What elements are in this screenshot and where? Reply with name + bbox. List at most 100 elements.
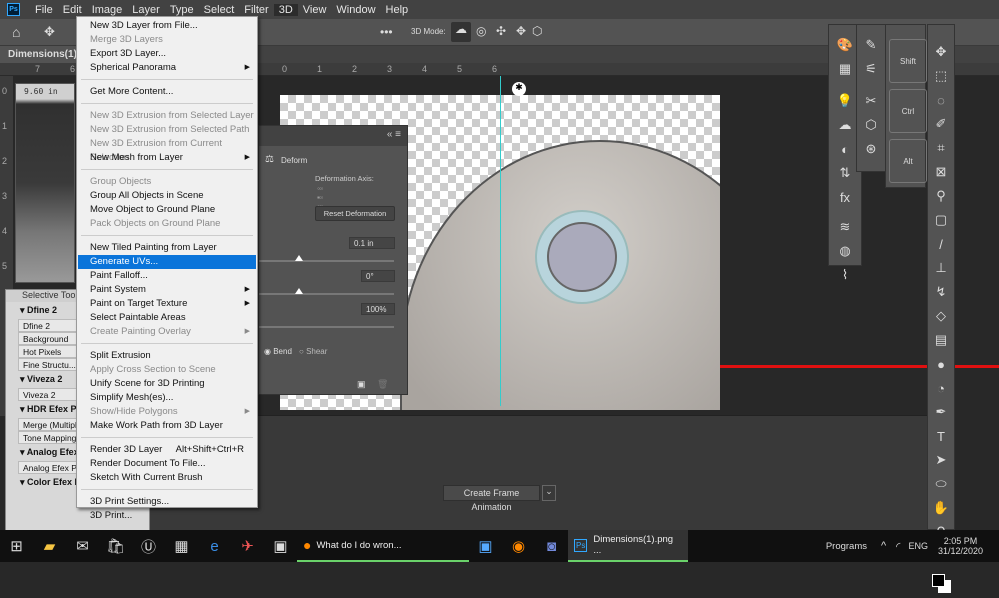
blur-tool-icon[interactable]: ●: [928, 352, 954, 376]
menu-filter[interactable]: Filter: [239, 4, 273, 16]
home-icon[interactable]: ⌂: [12, 24, 20, 40]
language-indicator[interactable]: ENG: [908, 541, 928, 551]
menu-file[interactable]: File: [30, 4, 58, 16]
menu-item-paint-system[interactable]: Paint System ▶: [78, 283, 256, 297]
slider-thumb[interactable]: [295, 288, 303, 294]
app-icon-3[interactable]: ▣: [469, 530, 502, 562]
menu-item-export-3d-layer[interactable]: Export 3D Layer...: [78, 47, 256, 61]
discord-icon[interactable]: ◙: [535, 530, 568, 562]
menu-item-paint-on-target-texture[interactable]: Paint on Target Texture ▶: [78, 297, 256, 311]
selective-item[interactable]: Background: [18, 332, 78, 345]
menu-item-render-document-to-file[interactable]: Render Document To File...: [78, 457, 256, 471]
3d-panel-icon[interactable]: ⬡: [857, 113, 885, 137]
menu-image[interactable]: Image: [87, 4, 128, 16]
reset-deformation-button[interactable]: Reset Deformation: [315, 206, 395, 221]
calendar-icon[interactable]: ▦: [165, 530, 198, 562]
drag-3d-icon[interactable]: ✣: [496, 24, 506, 38]
menu-item-3d-print[interactable]: 3D Print...: [78, 509, 256, 523]
windows-start-icon[interactable]: ⊞: [0, 530, 33, 562]
menu-window[interactable]: Window: [331, 4, 380, 16]
menu-item-make-work-path-from-3d-layer[interactable]: Make Work Path from 3D Layer: [78, 419, 256, 433]
extrusion-depth-field[interactable]: 0.1 in: [349, 237, 395, 249]
more-icon[interactable]: •••: [380, 25, 393, 39]
taskbar-firefox[interactable]: ● What do I do wron...: [297, 530, 469, 562]
menu-item-group-all-objects-in-scene[interactable]: Group All Objects in Scene: [78, 189, 256, 203]
brush-settings-icon[interactable]: ✎: [857, 33, 885, 57]
brush-presets-icon[interactable]: ⚟: [857, 57, 885, 81]
slider-thumb[interactable]: [295, 255, 303, 261]
menu-item-sketch-with-current-brush[interactable]: Sketch With Current Brush: [78, 471, 256, 485]
modifier-key-alt[interactable]: Alt: [889, 139, 927, 183]
orbit-3d-icon[interactable]: ☁: [451, 22, 471, 42]
eraser-tool-icon[interactable]: ◇: [928, 304, 954, 328]
menu-item-spherical-panorama[interactable]: Spherical Panorama ▶: [78, 61, 256, 75]
modifier-key-ctrl[interactable]: Ctrl: [889, 89, 927, 133]
twist-angle-field[interactable]: 0°: [361, 270, 395, 282]
shear-radio[interactable]: ○ Shear: [299, 347, 327, 356]
selective-item[interactable]: Merge (Multiple I: [18, 418, 78, 431]
eyedropper-tool-icon[interactable]: ⚲: [928, 184, 954, 208]
chevron-down-icon[interactable]: ⌄: [542, 485, 556, 501]
menu-view[interactable]: View: [298, 4, 332, 16]
menu-layer[interactable]: Layer: [127, 4, 165, 16]
wifi-icon[interactable]: ◜: [896, 540, 900, 553]
menu-item-new-3d-layer-from-file[interactable]: New 3D Layer from File...: [78, 19, 256, 33]
3d-scene-icon[interactable]: ⊛: [857, 137, 885, 161]
menu-item-move-object-to-ground-plane[interactable]: Move Object to Ground Plane: [78, 203, 256, 217]
unreal-engine-icon[interactable]: Ⓤ: [132, 530, 165, 562]
file-explorer-icon[interactable]: ▰: [33, 530, 66, 562]
depth-slider[interactable]: [259, 255, 394, 262]
brush-tool-icon[interactable]: /: [928, 232, 954, 256]
menu-item-render-3d-layer[interactable]: Render 3D Layer Alt+Shift+Ctrl+R: [78, 443, 256, 457]
paths-icon[interactable]: ⌇: [829, 263, 861, 287]
clock[interactable]: 2:05 PM 31/12/2020: [938, 536, 983, 556]
pen-tool-icon[interactable]: ✒: [928, 400, 954, 424]
bend-radio[interactable]: ◉ Bend: [264, 347, 292, 356]
taper-slider[interactable]: [259, 326, 394, 328]
menu-item-new-tiled-painting-from-layer[interactable]: New Tiled Painting from Layer: [78, 241, 256, 255]
deform-icon[interactable]: ⚖: [265, 154, 274, 165]
path-select-tool-icon[interactable]: ➤: [928, 448, 954, 472]
quick-select-tool-icon[interactable]: ✐: [928, 112, 954, 136]
app-icon-2[interactable]: ▣: [264, 530, 297, 562]
3d-transform-gizmo[interactable]: [535, 210, 629, 304]
blender-icon[interactable]: ◉: [502, 530, 535, 562]
crop-tool-icon[interactable]: ⌗: [928, 136, 954, 160]
menu-item-simplify-mesh-es[interactable]: Simplify Mesh(es)...: [78, 391, 256, 405]
selective-item[interactable]: Viveza 2: [18, 388, 78, 401]
color-swatches[interactable]: [928, 568, 954, 598]
channels-icon[interactable]: ◍: [829, 239, 861, 263]
menu-item-generate-uvs[interactable]: Generate UVs...: [78, 255, 256, 269]
gizmo-cube-icon[interactable]: [547, 222, 617, 292]
pan-3d-icon[interactable]: ✥: [516, 24, 526, 38]
layers-icon[interactable]: ≋: [829, 215, 861, 239]
gradient-tool-icon[interactable]: ▤: [928, 328, 954, 352]
panel-collapse-icon[interactable]: « ≡: [259, 126, 407, 146]
type-tool-icon[interactable]: T: [928, 424, 954, 448]
deform-tab[interactable]: Deform: [281, 156, 307, 165]
selective-item[interactable]: Dfine 2: [18, 319, 78, 332]
menu-edit[interactable]: Edit: [58, 4, 87, 16]
healing-tool-icon[interactable]: ▢: [928, 208, 954, 232]
marquee-tool-icon[interactable]: ⬚: [928, 64, 954, 88]
menu-select[interactable]: Select: [199, 4, 240, 16]
selective-item[interactable]: Fine Structu...: [18, 358, 78, 371]
menu-item-paint-falloff[interactable]: Paint Falloff...: [78, 269, 256, 283]
roll-3d-icon[interactable]: ◎: [476, 24, 486, 38]
taper-field[interactable]: 100%: [361, 303, 395, 315]
store-icon[interactable]: 🛍: [99, 530, 132, 562]
render-icon[interactable]: ▣: [357, 379, 366, 390]
scale-3d-icon[interactable]: ⬡: [532, 24, 542, 38]
selective-item[interactable]: Tone Mapping (S: [18, 431, 78, 444]
app-icon[interactable]: ✈: [231, 530, 264, 562]
move-tool-icon[interactable]: ✥: [44, 24, 55, 40]
menu-help[interactable]: Help: [381, 4, 414, 16]
trash-icon[interactable]: 🗑: [377, 379, 388, 390]
tray-chevron-icon[interactable]: ^: [881, 540, 886, 552]
lasso-tool-icon[interactable]: ◌: [928, 88, 954, 112]
twist-slider[interactable]: [259, 288, 394, 295]
stamp-tool-icon[interactable]: ⊥: [928, 256, 954, 280]
shape-tool-icon[interactable]: ⬭: [928, 472, 954, 496]
edge-icon[interactable]: e: [198, 530, 231, 562]
frame-tool-icon[interactable]: ⊠: [928, 160, 954, 184]
